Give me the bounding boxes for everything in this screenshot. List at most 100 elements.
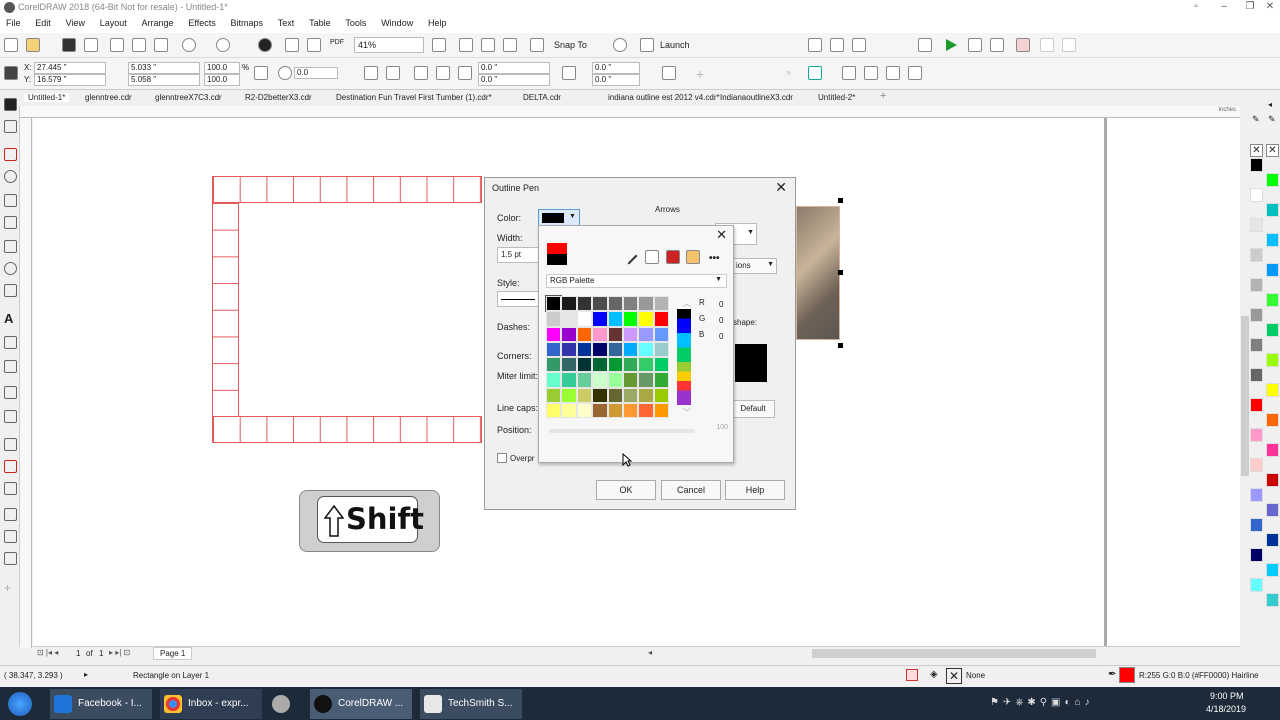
menu-layout[interactable]: Layout xyxy=(94,16,133,28)
palette-color-swatch[interactable] xyxy=(1250,398,1263,412)
color-swatch[interactable] xyxy=(546,387,562,404)
corner-radius-top-left-field[interactable]: 0.0 " xyxy=(478,62,550,74)
convert-to-curves-icon[interactable] xyxy=(886,66,900,80)
palette-color-swatch[interactable] xyxy=(1266,323,1279,337)
full-screen-preview-icon[interactable] xyxy=(432,38,446,52)
drop-shadow-tool-icon[interactable] xyxy=(4,386,17,399)
color-swatch[interactable] xyxy=(561,372,577,388)
color-swatch[interactable] xyxy=(622,311,639,327)
pen-tool-side-icon-2[interactable]: ✎ xyxy=(1268,114,1276,125)
color-swatch[interactable] xyxy=(653,311,670,327)
taskbar-item-coreldraw[interactable]: CorelDRAW ... xyxy=(310,689,412,719)
transparency-tool-icon[interactable] xyxy=(4,410,17,423)
macro-icon[interactable] xyxy=(990,38,1004,52)
color-swatch[interactable] xyxy=(592,311,608,327)
overprint-checkbox[interactable] xyxy=(497,453,507,463)
g-value[interactable]: 0 xyxy=(719,316,723,325)
tab-untitled-1[interactable]: Untitled-1* xyxy=(24,93,70,102)
color-swatch[interactable] xyxy=(622,296,639,312)
color-swatch[interactable] xyxy=(592,326,608,342)
dock-arrow-icon[interactable]: ◂ xyxy=(1268,100,1272,109)
palette-color-swatch[interactable] xyxy=(1250,368,1263,382)
scalloped-corner-icon[interactable] xyxy=(436,66,450,80)
palette-color-swatch[interactable] xyxy=(1266,233,1279,247)
polygon-tool-icon[interactable] xyxy=(4,284,17,297)
taskbar-item-facebook[interactable]: Facebook - I... xyxy=(50,689,152,719)
position-slider[interactable] xyxy=(549,429,695,433)
palette-color-swatch[interactable] xyxy=(1250,158,1263,172)
color-swatch[interactable] xyxy=(638,403,654,419)
color-swatch[interactable] xyxy=(622,403,639,419)
color-swatch[interactable] xyxy=(576,326,593,342)
open-icon[interactable] xyxy=(26,38,40,52)
selection-handle[interactable] xyxy=(838,270,843,275)
rotation-angle-field[interactable]: 0.0 xyxy=(294,67,338,79)
launch-dropdown[interactable]: Launch xyxy=(660,40,690,50)
palette-color-swatch[interactable] xyxy=(1250,548,1263,562)
color-swatch[interactable] xyxy=(561,311,577,327)
palette-color-swatch[interactable] xyxy=(1250,248,1263,262)
color-styles-tool-icon[interactable] xyxy=(4,530,17,543)
show-grid-icon[interactable] xyxy=(481,38,495,52)
color-swatch[interactable] xyxy=(592,403,608,419)
corner-radius-bottom-right-field[interactable]: 0.0 " xyxy=(592,74,640,86)
color-swatch[interactable] xyxy=(546,341,562,358)
scale-height-field[interactable]: 100.0 xyxy=(204,74,240,86)
print-icon[interactable] xyxy=(84,38,98,52)
red-grid-border-top[interactable] xyxy=(212,176,482,203)
color-swatch[interactable] xyxy=(576,387,593,404)
menu-effects[interactable]: Effects xyxy=(182,16,221,28)
color-swatch[interactable] xyxy=(546,357,562,373)
interactive-fill-tool-icon[interactable] xyxy=(4,460,17,473)
palette-dropdown[interactable]: RGB Palette ▼ xyxy=(546,274,727,288)
color-swatch[interactable] xyxy=(638,296,654,312)
color-swatch[interactable] xyxy=(592,357,608,373)
color-swatch[interactable] xyxy=(653,296,670,312)
color-swatch[interactable] xyxy=(576,296,593,312)
color-swatch[interactable] xyxy=(653,326,670,342)
paste-icon[interactable] xyxy=(154,38,168,52)
color-swatch[interactable] xyxy=(638,311,654,327)
pick-tool-icon[interactable] xyxy=(4,98,17,111)
outline-pen-tool-icon[interactable] xyxy=(4,508,17,521)
tab-r2d2betterx3[interactable]: R2-D2betterX3.cdr xyxy=(245,93,312,102)
menu-window[interactable]: Window xyxy=(375,16,419,28)
color-swatch[interactable] xyxy=(638,372,654,388)
x-position-field[interactable]: 27.445 " xyxy=(34,62,106,74)
color-swatch[interactable] xyxy=(576,357,593,373)
no-fill-swatch[interactable]: ✕ xyxy=(946,668,962,684)
help-button[interactable]: Help xyxy=(725,480,785,500)
snap-to-dropdown[interactable]: Snap To xyxy=(554,40,587,50)
color-sliders-icon[interactable] xyxy=(645,250,659,264)
vertical-scroll-thumb[interactable] xyxy=(1241,316,1249,476)
save-icon[interactable] xyxy=(62,38,76,52)
ellipse-tool-icon[interactable] xyxy=(4,262,17,275)
selection-handle[interactable] xyxy=(838,343,843,348)
color-swatch[interactable] xyxy=(607,403,623,419)
horizontal-scroll-thumb[interactable] xyxy=(812,649,1096,658)
rectangle-tool-icon[interactable] xyxy=(4,240,17,253)
corner-radius-bottom-left-field[interactable]: 0.0 " xyxy=(478,74,550,86)
cancel-button[interactable]: Cancel xyxy=(661,480,721,500)
to-front-icon[interactable] xyxy=(842,66,856,80)
no-color-swatch[interactable]: ✕ xyxy=(1250,144,1263,157)
height-field[interactable]: 5.058 " xyxy=(128,74,200,86)
color-swatch[interactable] xyxy=(607,326,623,342)
text-tool-icon[interactable]: A xyxy=(4,312,17,325)
search-content-icon[interactable] xyxy=(258,38,272,52)
cut-icon[interactable] xyxy=(110,38,124,52)
redo-icon[interactable] xyxy=(216,38,230,52)
palette-color-swatch[interactable] xyxy=(1250,578,1263,592)
ok-button[interactable]: OK xyxy=(596,480,656,500)
to-back-icon[interactable] xyxy=(864,66,878,80)
selection-handle[interactable] xyxy=(838,198,843,203)
arrow-options-dropdown[interactable]: ions ▼ xyxy=(731,258,777,274)
color-swatch[interactable] xyxy=(653,387,670,404)
default-nib-button[interactable]: Default xyxy=(731,400,775,418)
copy-icon[interactable] xyxy=(132,38,146,52)
palette-color-swatch[interactable] xyxy=(1266,593,1279,607)
palette-color-swatch[interactable] xyxy=(1250,188,1263,202)
palette-color-swatch[interactable] xyxy=(1266,263,1279,277)
menu-file[interactable]: File xyxy=(0,16,27,28)
y-position-field[interactable]: 16.579 " xyxy=(34,74,106,86)
